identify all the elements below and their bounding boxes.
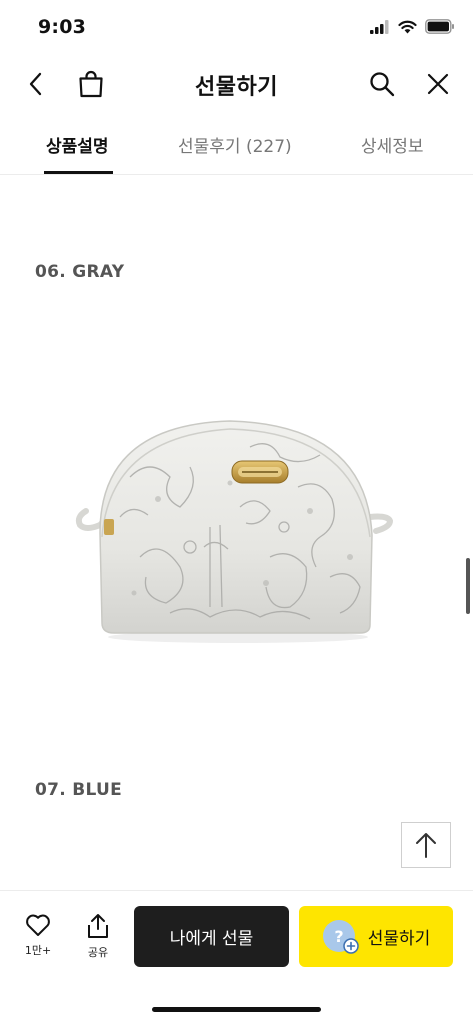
bottom-action-bar: 1만+ 공유 나에게 선물 ? 선물하기 [0, 890, 473, 1024]
tab-gift-reviews[interactable]: 선물후기 (227) [178, 132, 292, 157]
status-bar: 9:03 [0, 0, 473, 58]
cellular-signal-icon [370, 19, 389, 34]
arrow-up-icon [416, 833, 436, 858]
product-image-gray-pouch [75, 420, 394, 643]
product-description-content: 06. GRAY 07. BLUE [0, 175, 473, 890]
share-icon [88, 914, 108, 938]
page-title: 선물하기 [195, 75, 278, 100]
tab-product-description[interactable]: 상품설명 [46, 132, 109, 157]
svg-text:?: ? [334, 927, 343, 946]
close-button[interactable] [418, 64, 458, 104]
like-count: 1만+ [24, 944, 52, 957]
recipient-avatar-icon: ? [322, 919, 359, 954]
tab-detail-info[interactable]: 상세정보 [361, 132, 424, 157]
search-button[interactable] [362, 64, 402, 104]
header: 선물하기 [0, 58, 473, 110]
home-indicator [152, 1007, 321, 1012]
wifi-icon [398, 20, 417, 33]
share-button[interactable]: 공유 [73, 913, 123, 960]
gift-button[interactable]: ? 선물하기 [299, 906, 453, 967]
close-icon [427, 73, 449, 95]
gift-button-label: 선물하기 [367, 929, 431, 949]
search-icon [370, 72, 395, 97]
scroll-to-top-button[interactable] [401, 822, 451, 868]
status-icons [370, 19, 455, 34]
screen: 9:03 선물하기 상품설명 선물후기 (227) 상세정보 06. GRAY … [0, 0, 473, 1024]
section-label-gray: 06. GRAY [35, 262, 125, 282]
gift-to-self-button[interactable]: 나에게 선물 [134, 906, 289, 967]
battery-icon [425, 19, 454, 34]
scrollbar-thumb[interactable] [466, 558, 470, 614]
tab-bar: 상품설명 선물후기 (227) 상세정보 [0, 118, 473, 175]
share-label: 공유 [87, 946, 109, 959]
heart-icon [26, 914, 50, 936]
status-time: 9:03 [38, 16, 87, 38]
gift-to-self-label: 나에게 선물 [169, 929, 254, 949]
section-label-blue: 07. BLUE [35, 780, 123, 800]
active-tab-indicator [44, 171, 113, 174]
like-button[interactable]: 1만+ [13, 913, 63, 958]
